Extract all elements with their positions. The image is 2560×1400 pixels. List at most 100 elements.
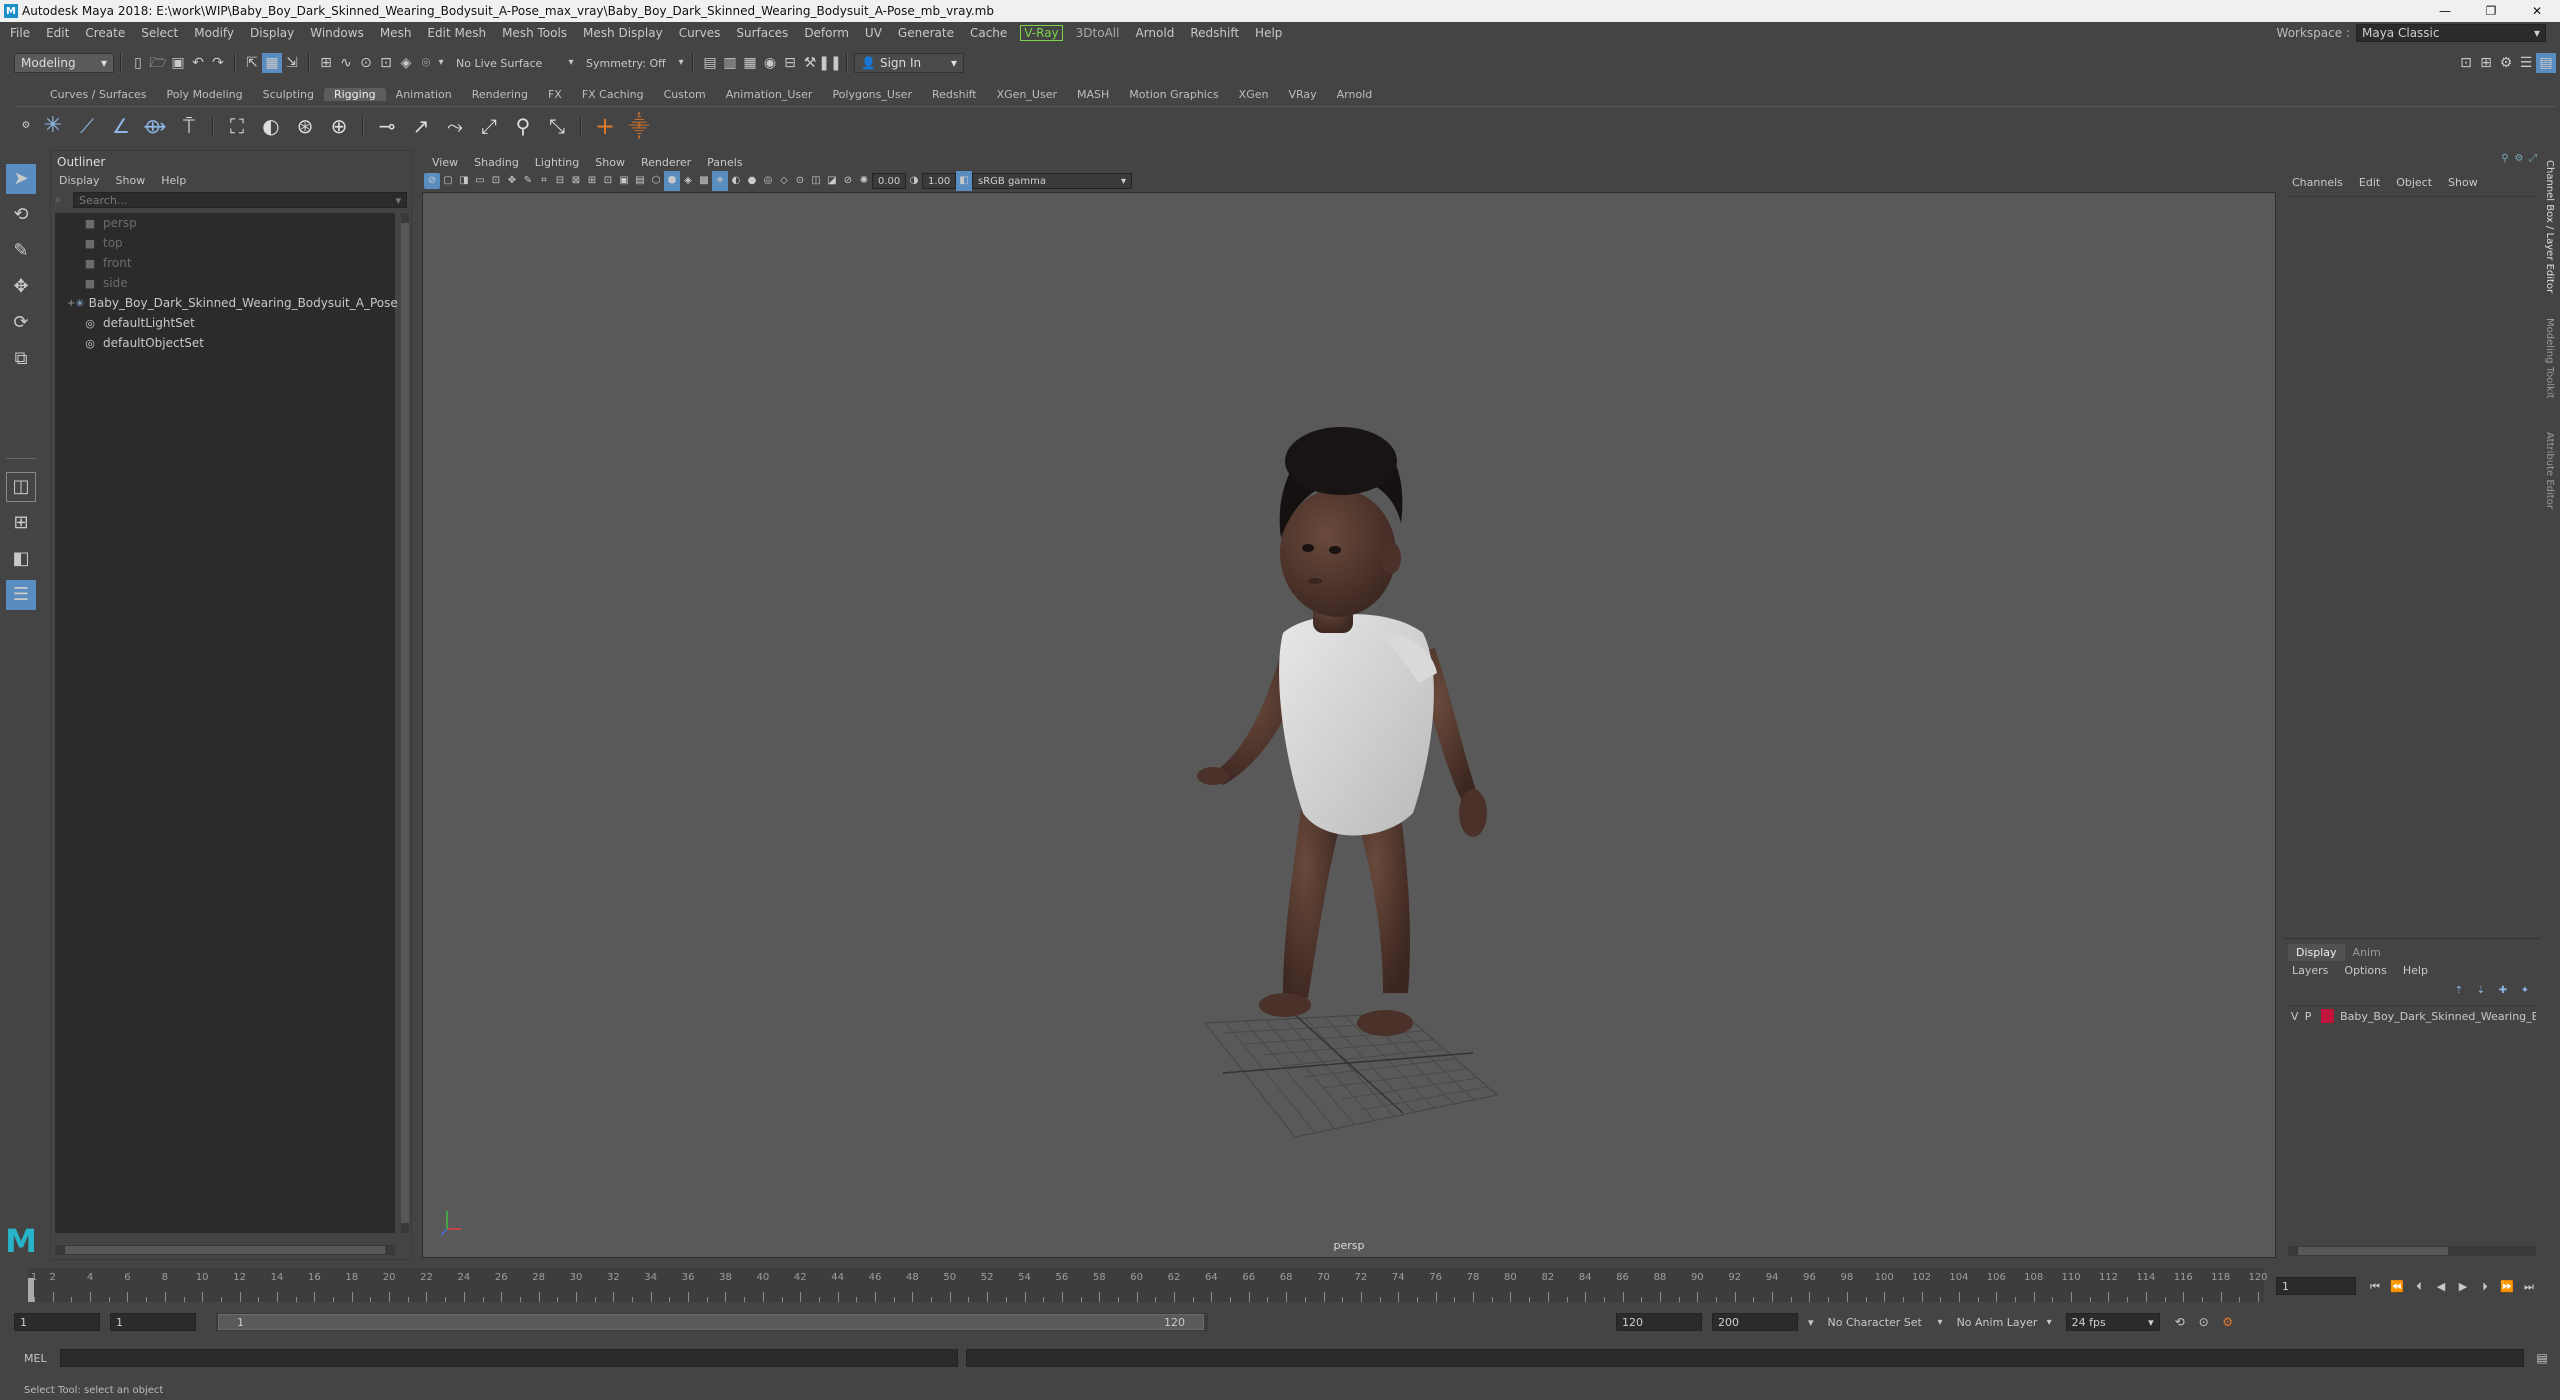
new-scene-icon[interactable]: ▯ xyxy=(128,53,148,73)
camera-icon[interactable]: ⊡ xyxy=(488,171,504,191)
snap-grid-icon[interactable]: ⊞ xyxy=(316,53,336,73)
pause-icon[interactable]: ❚❚ xyxy=(818,53,841,73)
layer-menu-layers[interactable]: Layers xyxy=(2284,964,2336,977)
chevron-down-icon[interactable]: ▾ xyxy=(436,53,446,73)
menu-uv[interactable]: UV xyxy=(857,26,890,40)
snap-curve-icon[interactable]: ∿ xyxy=(336,53,356,73)
outliner-item[interactable]: ■ top xyxy=(55,233,395,253)
outliner-layout-icon[interactable]: ☰ xyxy=(6,580,36,610)
camera-select-icon[interactable]: ⊘ xyxy=(424,173,440,189)
isolate-select-icon[interactable]: ⊙ xyxy=(792,171,808,191)
tab-anim[interactable]: Anim xyxy=(2345,944,2389,961)
bind-skin-icon[interactable]: ◐ xyxy=(254,116,288,136)
outliner-menu-help[interactable]: Help xyxy=(153,174,194,187)
float-icon[interactable]: ⤢ xyxy=(2526,152,2540,166)
symmetry-field[interactable]: Symmetry: Off xyxy=(586,57,676,70)
constraint-scale-icon[interactable]: ⤢ xyxy=(472,116,506,136)
tool-settings-icon[interactable]: ⚙ xyxy=(2496,53,2516,73)
joint-tool-icon[interactable]: ✳ xyxy=(36,115,70,137)
outliner-hscrollbar[interactable] xyxy=(55,1245,395,1255)
outliner-item[interactable]: ◎ defaultObjectSet xyxy=(55,333,395,353)
motion-blur-icon[interactable]: ◎ xyxy=(760,171,776,191)
minimize-button[interactable]: — xyxy=(2422,4,2468,18)
channel-menu-edit[interactable]: Edit xyxy=(2351,176,2388,189)
unbind-skin-icon[interactable]: ⊕ xyxy=(322,116,356,136)
range-slider-handle[interactable]: 1 120 xyxy=(218,1314,1204,1330)
xray-joints-icon[interactable]: ◪ xyxy=(824,171,840,191)
animation-prefs-icon[interactable]: ⚙ xyxy=(2218,1312,2238,1332)
vray-icon[interactable]: ⚒ xyxy=(800,53,820,73)
close-button[interactable]: ✕ xyxy=(2514,4,2560,18)
character-set-field[interactable]: No Character Set xyxy=(1828,1316,1938,1329)
menu-redshift[interactable]: Redshift xyxy=(1182,26,1247,40)
outliner-menu-show[interactable]: Show xyxy=(108,174,154,187)
two-view-icon[interactable]: ◧ xyxy=(6,544,36,574)
menu-windows[interactable]: Windows xyxy=(302,26,372,40)
command-language-label[interactable]: MEL xyxy=(24,1352,54,1365)
shelf-tab-xgen[interactable]: XGen xyxy=(1229,88,1279,101)
time-slider[interactable]: 1 2 4 6 8 10 12 14 16 18 20 22 24 26 28 30 32 34 36 38 40 42 4… xyxy=(28,1268,2268,1302)
step-forward-key-icon[interactable]: ⏩ xyxy=(2496,1276,2518,1296)
menu-cache[interactable]: Cache xyxy=(962,26,1015,40)
film-gate-icon[interactable]: ⊟ xyxy=(552,171,568,191)
constraint-parent-icon[interactable]: ⚲ xyxy=(506,116,540,136)
settings-gear-icon[interactable]: ⚙ xyxy=(16,116,36,136)
select-tool-icon[interactable]: ➤ xyxy=(6,164,36,194)
constraint-point-icon[interactable]: ⊸ xyxy=(370,116,404,136)
anim-layer-field[interactable]: No Anim Layer xyxy=(1957,1316,2047,1329)
image-plane-icon[interactable]: ▭ xyxy=(472,171,488,191)
ambient-occlusion-icon[interactable]: ● xyxy=(744,171,760,191)
live-surface-field[interactable]: No Live Surface xyxy=(456,57,566,70)
shelf-tab-redshift[interactable]: Redshift xyxy=(922,88,987,101)
select-hierarchy-icon[interactable]: ⇱ xyxy=(242,53,262,73)
script-editor-icon[interactable]: ▤ xyxy=(2532,1348,2552,1368)
open-scene-icon[interactable]: 🗁 xyxy=(148,53,168,73)
anti-aliasing-icon[interactable]: ◇ xyxy=(776,171,792,191)
outliner-item[interactable]: ■ front xyxy=(55,253,395,273)
redo-icon[interactable]: ↷ xyxy=(208,53,228,73)
viewport-3d-view[interactable]: persp xyxy=(422,192,2276,1258)
menu-edit-mesh[interactable]: Edit Mesh xyxy=(419,26,494,40)
snap-point-icon[interactable]: ⊙ xyxy=(356,53,376,73)
shadows-icon[interactable]: ◐ xyxy=(728,171,744,191)
menu-curves[interactable]: Curves xyxy=(671,26,729,40)
outliner-item[interactable]: + ✳ Baby_Boy_Dark_Skinned_Wearing_Bodysuit… xyxy=(55,293,398,313)
single-view-icon[interactable]: ◫ xyxy=(6,472,36,502)
menu-generate[interactable]: Generate xyxy=(890,26,962,40)
shelf-tab-rigging[interactable]: Rigging xyxy=(323,87,386,101)
outliner-item[interactable]: ◎ defaultLightSet xyxy=(55,313,395,333)
color-management-icon[interactable]: ◧ xyxy=(956,171,972,191)
resolution-gate-icon[interactable]: ⊠ xyxy=(568,171,584,191)
sign-in-button[interactable]: 👤 Sign In ▾ xyxy=(854,53,964,73)
grease-pencil-icon[interactable]: ✎ xyxy=(520,171,536,191)
snap-surface-icon[interactable]: ◈ xyxy=(396,53,416,73)
ik-handle-icon[interactable]: ⟋ xyxy=(70,116,104,136)
range-slider[interactable]: 1 120 xyxy=(216,1313,1208,1331)
layer-row[interactable]: V P Baby_Boy_Dark_Skinned_Wearing_Bc xyxy=(2288,1006,2536,1026)
shelf-tab-fx[interactable]: FX xyxy=(538,88,572,101)
outliner-item[interactable]: ■ persp xyxy=(55,213,395,233)
menu-help[interactable]: Help xyxy=(1247,26,1290,40)
shelf-tab-animation[interactable]: Animation xyxy=(386,88,462,101)
shelf-tab-polygons-user[interactable]: Polygons_User xyxy=(822,88,922,101)
constraint-orient-icon[interactable]: ⤳ xyxy=(438,116,472,136)
constraint-pole-icon[interactable]: ⤡ xyxy=(540,116,574,136)
ik-spline-icon[interactable]: ∠ xyxy=(104,116,138,136)
scene-end-field[interactable]: 200 xyxy=(1712,1313,1798,1331)
shelf-tab-vray[interactable]: VRay xyxy=(1278,88,1326,101)
lights-icon[interactable]: ☀ xyxy=(712,171,728,191)
tab-channel-box[interactable]: Channel Box / Layer Editor xyxy=(2544,160,2555,293)
current-frame-field[interactable]: 1 xyxy=(2276,1277,2356,1295)
menu-mesh[interactable]: Mesh xyxy=(372,26,420,40)
menu-select[interactable]: Select xyxy=(133,26,186,40)
shelf-tab-mash[interactable]: MASH xyxy=(1067,88,1119,101)
cluster-icon[interactable]: ⸎ xyxy=(622,116,656,136)
play-forward-icon[interactable]: ▶ xyxy=(2452,1276,2474,1296)
layer-menu-help[interactable]: Help xyxy=(2395,964,2436,977)
step-back-frame-icon[interactable]: ⏴ xyxy=(2408,1276,2430,1296)
playback-end-field[interactable]: 120 xyxy=(1616,1313,1702,1331)
go-to-end-icon[interactable]: ⏭ xyxy=(2518,1276,2540,1296)
shelf-tab-fx-caching[interactable]: FX Caching xyxy=(572,88,654,101)
mirror-joint-icon[interactable]: ⟴ xyxy=(138,116,172,136)
bookmark-icon[interactable]: ◨ xyxy=(456,171,472,191)
